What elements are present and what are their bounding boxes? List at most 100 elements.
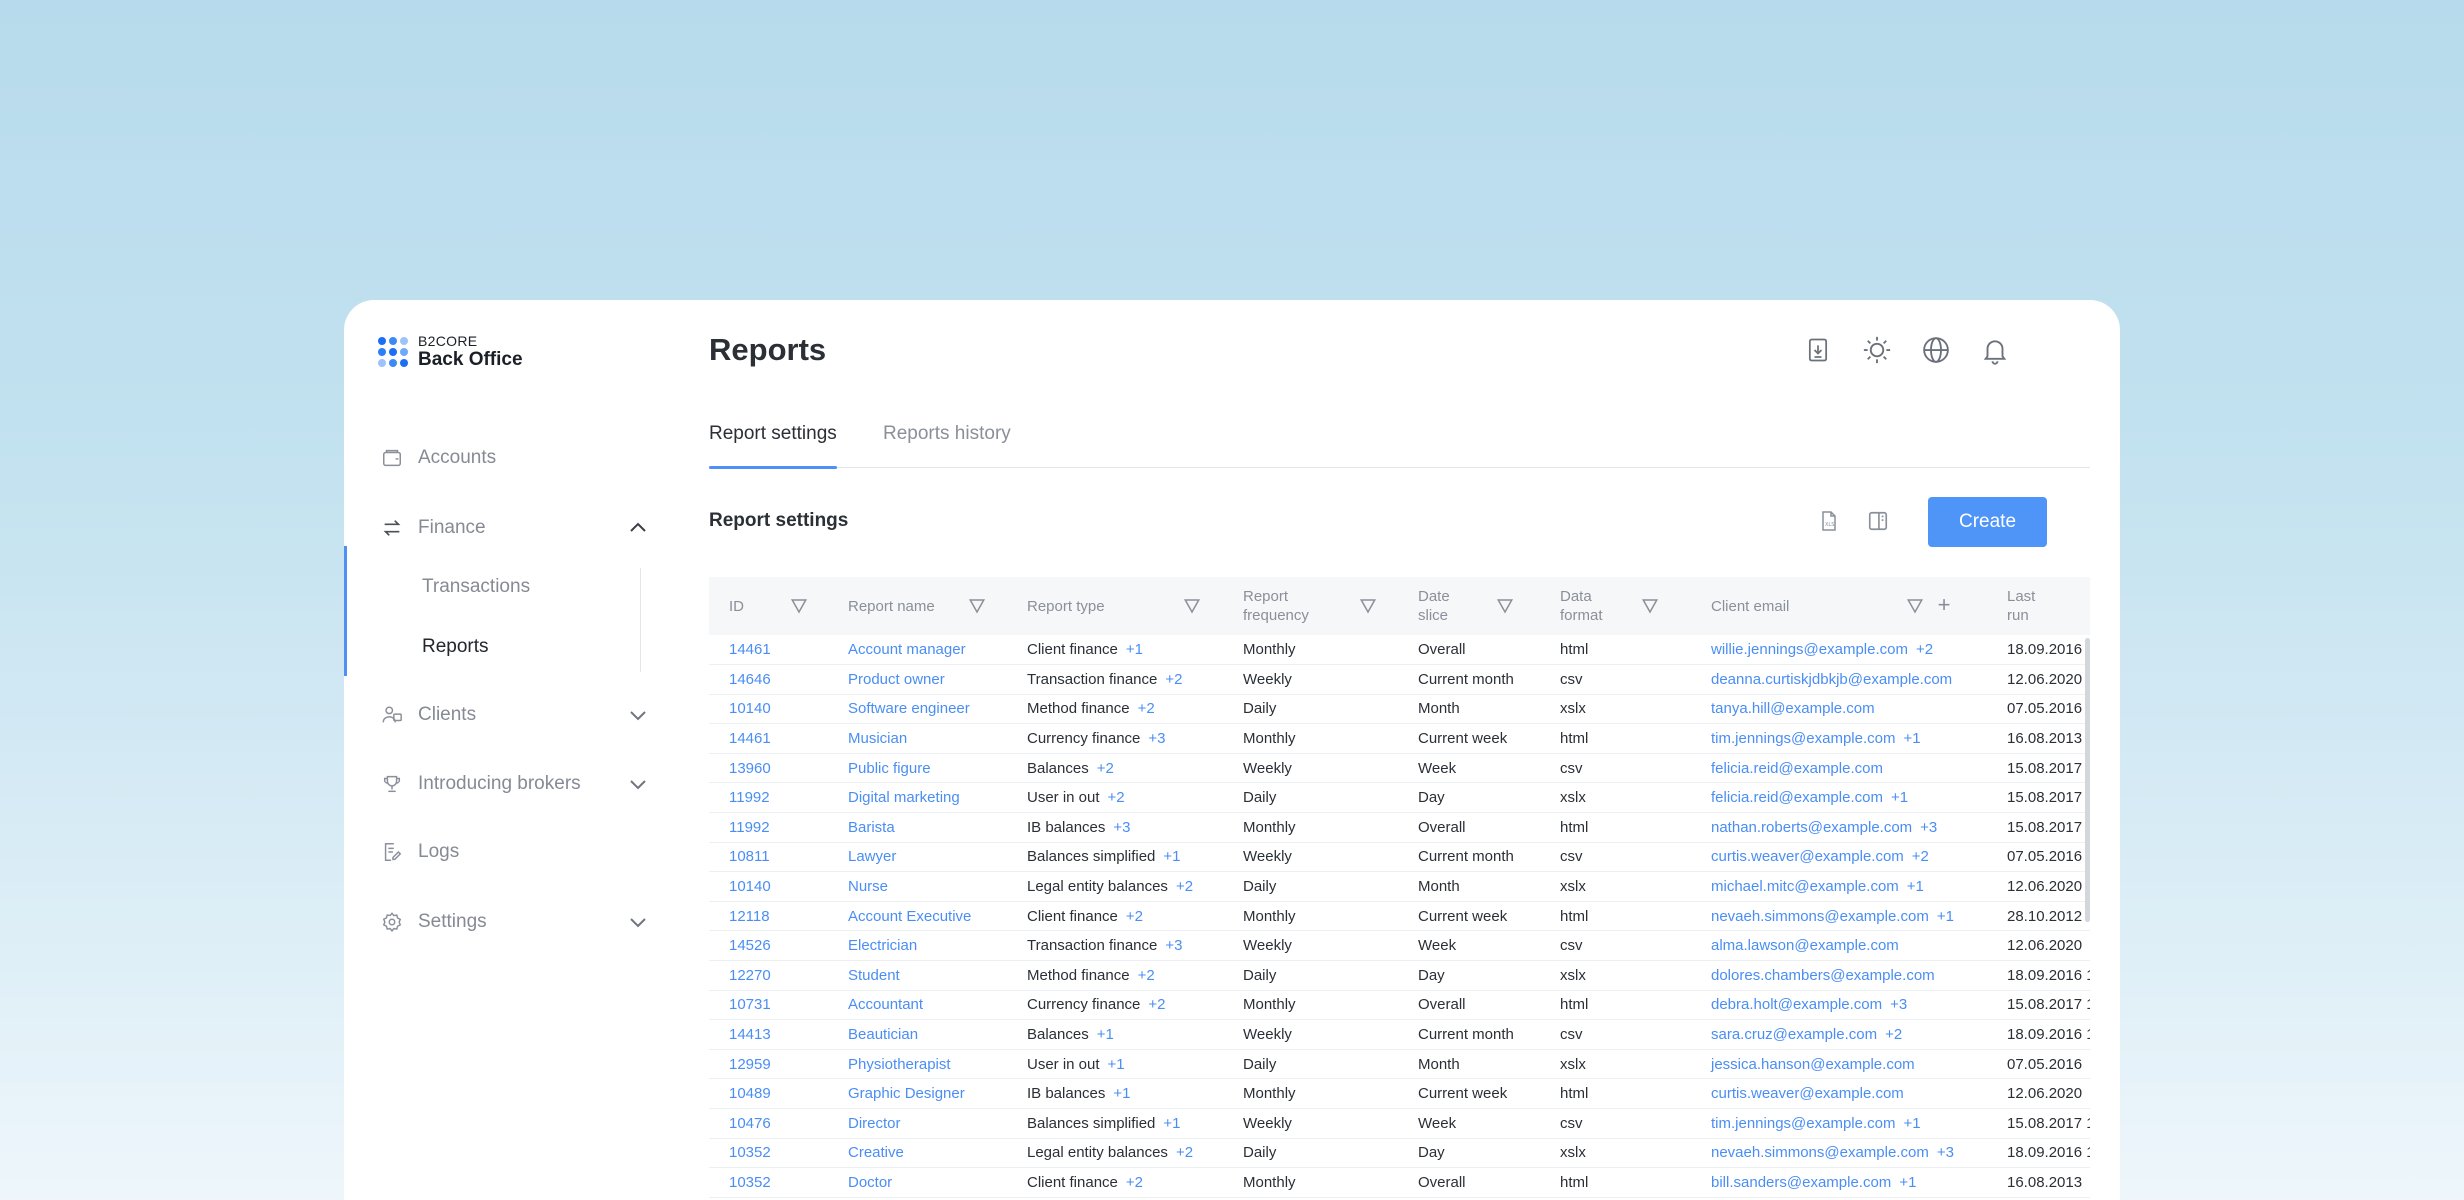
table-row[interactable]: 11992 Barista IB balances +3 Monthly Overall h… [709, 812, 2090, 843]
client-email-link[interactable]: nevaeh.simmons@example.com [1711, 908, 1929, 925]
more-emails-badge[interactable]: +1 [1903, 730, 1920, 747]
chevron-down-icon[interactable] [626, 772, 650, 796]
table-row[interactable]: 14461 Musician Currency finance +3 Monthly Cu… [709, 723, 2090, 754]
report-id-link[interactable]: 11992 [729, 789, 770, 806]
add-column-icon[interactable]: + [1934, 594, 1954, 616]
report-id-link[interactable]: 12118 [729, 908, 770, 925]
logo[interactable]: B2CORE Back Office [378, 334, 523, 369]
table-row[interactable]: 10731 Accountant Currency finance +2 Monthly… [709, 990, 2090, 1021]
report-name-link[interactable]: Lawyer [848, 848, 896, 865]
more-types-badge[interactable]: +2 [1176, 878, 1193, 895]
more-types-badge[interactable]: +2 [1126, 908, 1143, 925]
client-email-link[interactable]: tanya.hill@example.com [1711, 700, 1875, 717]
report-name-link[interactable]: Musician [848, 730, 907, 747]
table-row[interactable]: 10352 Doctor Client finance +2 Monthly Overal… [709, 1167, 2090, 1198]
report-name-link[interactable]: Beautician [848, 1026, 918, 1043]
more-types-badge[interactable]: +1 [1163, 848, 1180, 865]
client-email-link[interactable]: willie.jennings@example.com [1711, 641, 1908, 658]
more-types-badge[interactable]: +3 [1113, 819, 1130, 836]
client-email-link[interactable]: felicia.reid@example.com [1711, 789, 1883, 806]
create-button[interactable]: Create [1928, 497, 2047, 547]
table-row[interactable]: 12959 Physiotherapist User in out +1 Daily Mo… [709, 1049, 2090, 1080]
table-row[interactable]: 14526 Electrician Transaction finance +3 Wee… [709, 930, 2090, 962]
report-id-link[interactable]: 14461 [729, 641, 771, 658]
table-scrollbar[interactable] [2085, 638, 2090, 922]
chevron-up-icon[interactable] [626, 516, 650, 540]
more-types-badge[interactable]: +2 [1126, 1174, 1143, 1191]
report-id-link[interactable]: 10140 [729, 878, 771, 895]
more-types-badge[interactable]: +2 [1176, 1144, 1193, 1161]
filter-icon[interactable] [1183, 597, 1201, 615]
report-id-link[interactable]: 13960 [729, 760, 771, 777]
client-email-link[interactable]: sara.cruz@example.com [1711, 1026, 1877, 1043]
more-types-badge[interactable]: +2 [1138, 700, 1155, 717]
tab-reports-history[interactable]: Reports history [883, 420, 1011, 468]
report-id-link[interactable]: 12270 [729, 967, 771, 984]
report-id-link[interactable]: 10731 [729, 996, 771, 1013]
report-name-link[interactable]: Director [848, 1115, 901, 1132]
client-email-link[interactable]: nevaeh.simmons@example.com [1711, 1144, 1929, 1161]
report-name-link[interactable]: Accountant [848, 996, 923, 1013]
more-emails-badge[interactable]: +2 [1885, 1026, 1902, 1043]
more-types-badge[interactable]: +2 [1108, 789, 1125, 806]
filter-icon[interactable] [1906, 597, 1924, 615]
client-email-link[interactable]: bill.sanders@example.com [1711, 1174, 1891, 1191]
report-id-link[interactable]: 12959 [729, 1056, 771, 1073]
download-icon[interactable] [1801, 333, 1835, 367]
more-emails-badge[interactable]: +1 [1899, 1174, 1916, 1191]
more-types-badge[interactable]: +1 [1163, 1115, 1180, 1132]
more-emails-badge[interactable]: +1 [1907, 878, 1924, 895]
more-types-badge[interactable]: +2 [1165, 671, 1182, 688]
report-name-link[interactable]: Doctor [848, 1174, 892, 1191]
report-id-link[interactable]: 14413 [729, 1026, 771, 1043]
client-email-link[interactable]: michael.mitc@example.com [1711, 878, 1899, 895]
report-id-link[interactable]: 14526 [729, 937, 771, 954]
more-emails-badge[interactable]: +1 [1891, 789, 1908, 806]
client-email-link[interactable]: curtis.weaver@example.com [1711, 1085, 1904, 1102]
more-types-badge[interactable]: +3 [1165, 937, 1182, 954]
table-row[interactable]: 10140 Nurse Legal entity balances +2 Daily Mo… [709, 871, 2090, 902]
report-id-link[interactable]: 14461 [729, 730, 771, 747]
table-row[interactable]: 10476 Director Balances simplified +1 Weekly… [709, 1108, 2090, 1139]
more-types-badge[interactable]: +1 [1108, 1056, 1125, 1073]
table-row[interactable]: 13960 Public figure Balances +2 Weekly Week cs… [709, 753, 2090, 784]
more-emails-badge[interactable]: +3 [1920, 819, 1937, 836]
report-name-link[interactable]: Student [848, 967, 900, 984]
client-email-link[interactable]: tim.jennings@example.com [1711, 730, 1895, 747]
client-email-link[interactable]: deanna.curtiskjdbkjb@example.com [1711, 671, 1952, 688]
filter-icon[interactable] [1641, 597, 1659, 615]
sidebar-subitem-transactions[interactable]: Transactions [422, 576, 530, 598]
table-row[interactable]: 11992 Digital marketing User in out +2 Daily… [709, 782, 2090, 814]
client-email-link[interactable]: nathan.roberts@example.com [1711, 819, 1912, 836]
sidebar-subitem-reports[interactable]: Reports [422, 636, 489, 658]
more-types-badge[interactable]: +1 [1097, 1026, 1114, 1043]
client-email-link[interactable]: felicia.reid@example.com [1711, 760, 1883, 777]
report-id-link[interactable]: 10489 [729, 1085, 771, 1102]
report-name-link[interactable]: Creative [848, 1144, 904, 1161]
more-emails-badge[interactable]: +3 [1890, 996, 1907, 1013]
table-row[interactable]: 10352 Creative Legal entity balances +2 Dail… [709, 1138, 2090, 1169]
bell-icon[interactable] [1978, 333, 2012, 367]
sidebar-item-finance[interactable]: Finance [380, 508, 650, 548]
report-name-link[interactable]: Account Executive [848, 908, 971, 925]
sun-icon[interactable] [1860, 333, 1894, 367]
client-email-link[interactable]: dolores.chambers@example.com [1711, 967, 1935, 984]
table-row[interactable]: 10140 Software engineer Method finance +2 Da… [709, 694, 2090, 725]
more-types-badge[interactable]: +1 [1113, 1085, 1130, 1102]
sidebar-item-introducing-brokers[interactable]: Introducing brokers [380, 764, 650, 804]
client-email-link[interactable]: jessica.hanson@example.com [1711, 1056, 1915, 1073]
more-types-badge[interactable]: +2 [1148, 996, 1165, 1013]
report-name-link[interactable]: Electrician [848, 937, 917, 954]
more-types-badge[interactable]: +1 [1126, 641, 1143, 658]
globe-icon[interactable] [1919, 333, 1953, 367]
table-row[interactable]: 14413 Beautician Balances +1 Weekly Current m… [709, 1019, 2090, 1050]
table-row[interactable]: 12118 Account Executive Client finance +2 Mo… [709, 901, 2090, 932]
report-name-link[interactable]: Software engineer [848, 700, 970, 717]
columns-icon[interactable] [1863, 506, 1893, 536]
more-emails-badge[interactable]: +2 [1912, 848, 1929, 865]
client-email-link[interactable]: curtis.weaver@example.com [1711, 848, 1904, 865]
more-types-badge[interactable]: +2 [1097, 760, 1114, 777]
chevron-down-icon[interactable] [626, 910, 650, 934]
filter-icon[interactable] [1496, 597, 1514, 615]
report-name-link[interactable]: Digital marketing [848, 789, 960, 806]
